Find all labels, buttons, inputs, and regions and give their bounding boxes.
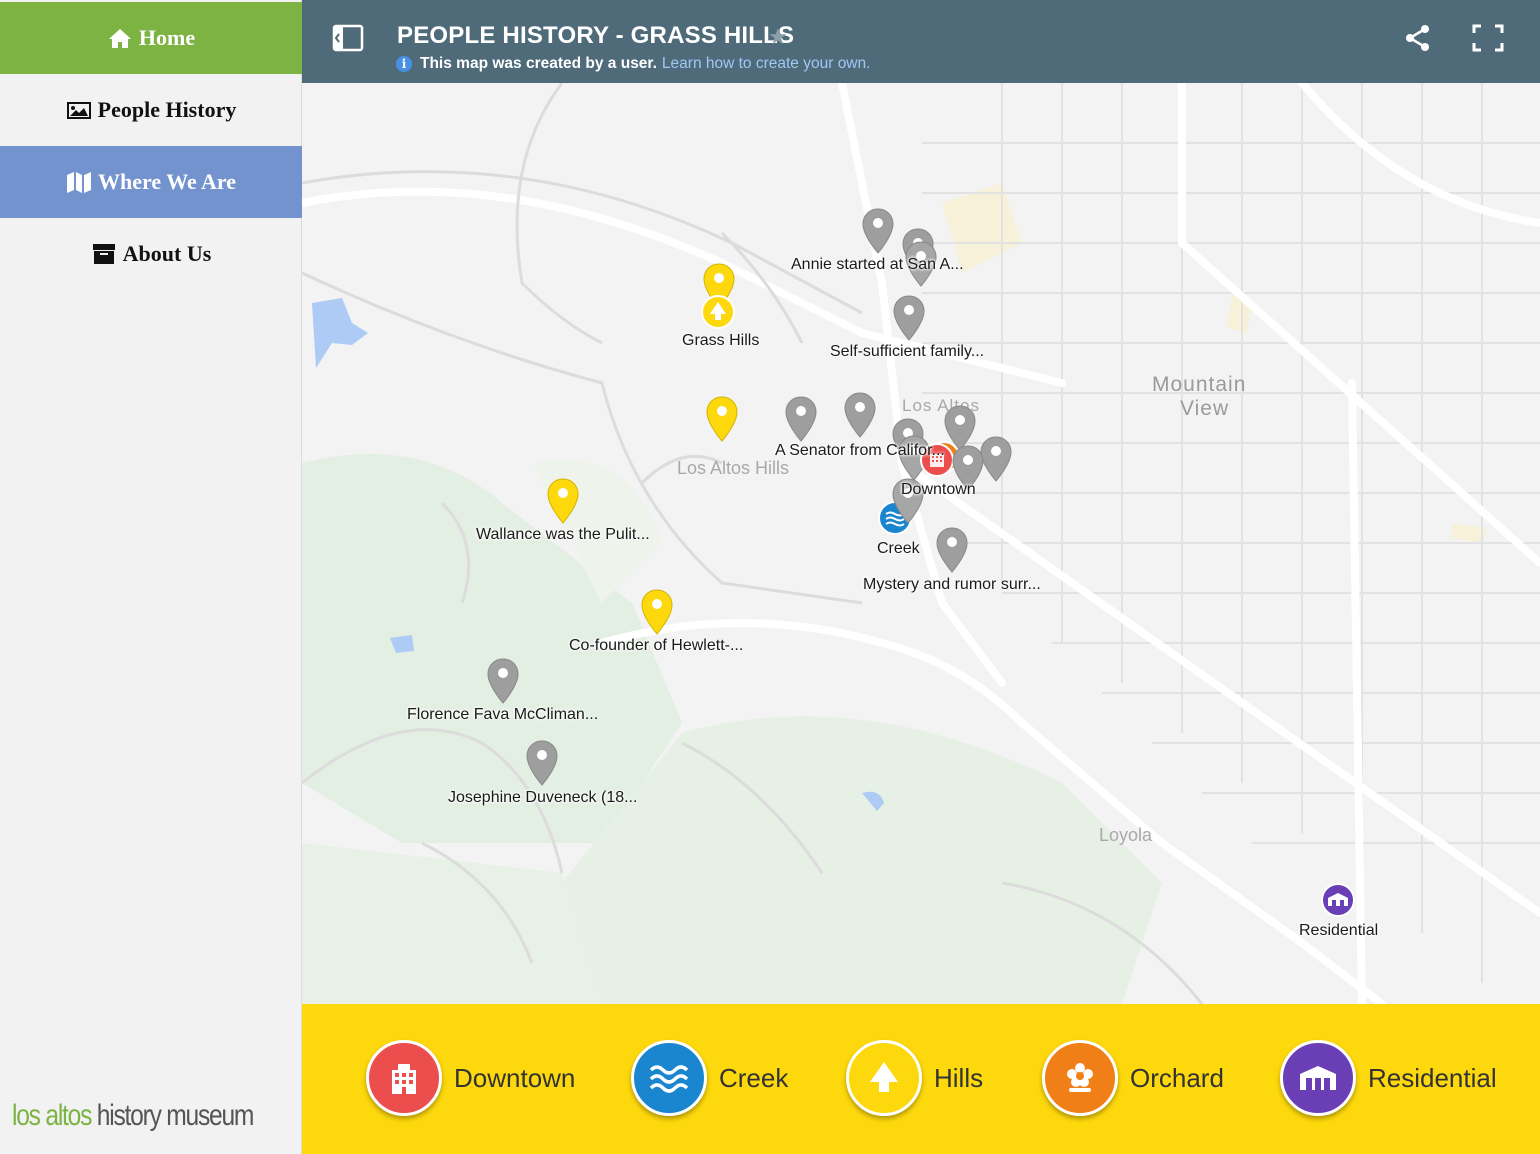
pin-label-senator[interactable]: A Senator from Califor... bbox=[775, 442, 945, 460]
image-icon bbox=[66, 102, 91, 119]
nav-home-label: Home bbox=[138, 25, 196, 50]
learn-link[interactable]: Learn how to create your own. bbox=[662, 55, 871, 73]
tree-icon bbox=[846, 1040, 922, 1116]
share-icon[interactable] bbox=[1404, 24, 1432, 52]
gray-pin-marker[interactable] bbox=[487, 658, 519, 704]
archive-icon bbox=[92, 244, 115, 264]
legend-bar: Downtown Creek Hills Orchard Residential bbox=[302, 1004, 1540, 1154]
museum-name: los altos history museum bbox=[12, 1099, 254, 1132]
pin-label-grass-hills[interactable]: Grass Hills bbox=[682, 332, 759, 350]
info-line: i This map was created by a user. Learn … bbox=[396, 55, 870, 73]
nav-home[interactable]: Home bbox=[0, 2, 302, 74]
legend-creek-label: Creek bbox=[719, 1062, 789, 1093]
legend-hills-label: Hills bbox=[934, 1062, 984, 1093]
gray-pin-marker[interactable] bbox=[862, 208, 894, 254]
museum-logo[interactable]: los altos history museum bbox=[4, 1088, 302, 1144]
pin-label-residential[interactable]: Residential bbox=[1299, 922, 1378, 940]
legend-downtown-label: Downtown bbox=[454, 1062, 576, 1093]
pin-label-self-sufficient[interactable]: Self-sufficient family... bbox=[830, 343, 984, 361]
pin-label-wallance[interactable]: Wallance was the Pulit... bbox=[476, 526, 650, 544]
gray-pin-marker[interactable] bbox=[893, 295, 925, 341]
info-icon: i bbox=[396, 56, 412, 72]
legend-residential[interactable]: Residential bbox=[1280, 1038, 1497, 1118]
nav-where-we-are[interactable]: Where We Are bbox=[0, 146, 302, 218]
map-icon bbox=[66, 172, 91, 193]
star-icon[interactable]: ★ bbox=[768, 24, 788, 50]
pin-label-downtown[interactable]: Downtown bbox=[901, 481, 976, 499]
map-header: PEOPLE HISTORY - GRASS HILLS ★ i This ma… bbox=[302, 0, 1540, 83]
houses-icon bbox=[1280, 1040, 1356, 1116]
gray-pin-marker[interactable] bbox=[526, 740, 558, 786]
yellow-pin-marker[interactable] bbox=[641, 589, 673, 635]
pin-label-cofounder[interactable]: Co-founder of Hewlett-... bbox=[569, 637, 743, 655]
gray-pin-marker[interactable] bbox=[936, 527, 968, 573]
label-mountain-view-2: View bbox=[1180, 397, 1230, 420]
pin-label-mystery[interactable]: Mystery and rumor surr... bbox=[863, 576, 1041, 594]
info-text: This map was created by a user. bbox=[420, 55, 657, 72]
nav-about-us[interactable]: About Us bbox=[0, 218, 302, 290]
yellow-pin-marker[interactable] bbox=[547, 478, 579, 524]
legend-hills[interactable]: Hills bbox=[846, 1038, 983, 1118]
nav-people-history[interactable]: People History bbox=[0, 74, 302, 146]
building-icon bbox=[366, 1040, 442, 1116]
legend-orchard[interactable]: Orchard bbox=[1042, 1038, 1224, 1118]
pin-label-josephine[interactable]: Josephine Duveneck (18... bbox=[448, 789, 637, 807]
gray-pin-marker[interactable] bbox=[844, 392, 876, 438]
toggle-sidebar-icon[interactable] bbox=[332, 24, 364, 52]
sidebar: Home People History Where We Are About U… bbox=[0, 0, 302, 1154]
pin-label-florence[interactable]: Florence Fava McCliman... bbox=[407, 706, 598, 724]
legend-downtown[interactable]: Downtown bbox=[366, 1038, 575, 1118]
gray-pin-marker[interactable] bbox=[980, 436, 1012, 482]
gray-pin-marker[interactable] bbox=[785, 396, 817, 442]
legend-residential-label: Residential bbox=[1368, 1062, 1497, 1093]
label-loyola: Loyola bbox=[1099, 825, 1153, 845]
nav-where-label: Where We Are bbox=[97, 169, 237, 194]
map-title: PEOPLE HISTORY - GRASS HILLS bbox=[397, 22, 795, 49]
flower-icon bbox=[1042, 1040, 1118, 1116]
fullscreen-icon[interactable] bbox=[1472, 24, 1504, 52]
residential-marker[interactable] bbox=[1319, 881, 1357, 919]
hills-marker[interactable] bbox=[699, 293, 737, 331]
legend-creek[interactable]: Creek bbox=[631, 1038, 788, 1118]
nav-people-label: People History bbox=[97, 97, 237, 122]
label-los-altos-hills: Los Altos Hills bbox=[677, 458, 790, 478]
label-mountain-view-1: Mountain bbox=[1152, 373, 1247, 396]
home-icon bbox=[108, 29, 131, 48]
nav-about-label: About Us bbox=[122, 241, 212, 266]
pin-label-annie[interactable]: Annie started at San A... bbox=[791, 256, 964, 274]
yellow-pin-marker[interactable] bbox=[706, 396, 738, 442]
legend-orchard-label: Orchard bbox=[1130, 1062, 1224, 1093]
waves-icon bbox=[631, 1040, 707, 1116]
map-canvas[interactable]: Mountain View Los Altos Los Altos Hills … bbox=[302, 83, 1540, 1004]
pin-label-creek[interactable]: Creek bbox=[877, 540, 920, 558]
